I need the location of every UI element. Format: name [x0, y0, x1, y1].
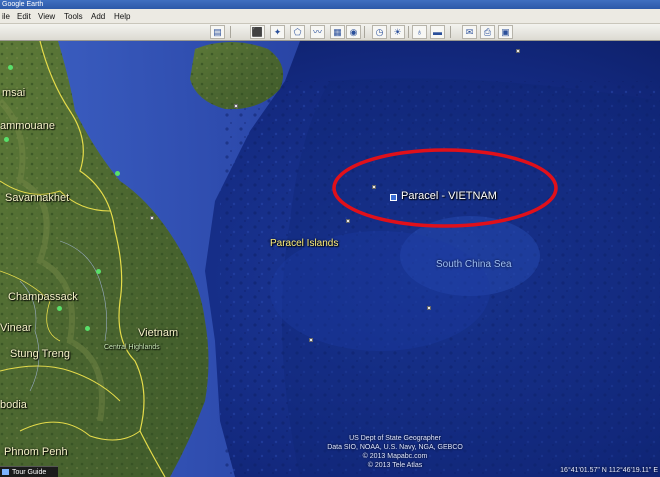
planets-icon[interactable]: ♁: [412, 25, 427, 39]
label-savannakhet: Savannakhet: [5, 192, 70, 204]
city-marker-icon[interactable]: [8, 65, 13, 70]
label-champassack: Champassack: [8, 291, 78, 303]
island-marker-icon[interactable]: [346, 219, 350, 223]
island-marker-icon[interactable]: [516, 49, 520, 53]
email-icon[interactable]: ✉: [462, 25, 477, 39]
menu-help[interactable]: Help: [114, 10, 130, 23]
island-marker-icon[interactable]: [150, 216, 154, 220]
island-marker-icon[interactable]: [427, 306, 431, 310]
hide-sidebar-icon[interactable]: ▤: [210, 25, 225, 39]
map-imagery: [0, 41, 660, 477]
label-bodia: bodia: [0, 399, 27, 411]
imagery-credits: US Dept of State Geographer Data SIO, NO…: [290, 434, 500, 470]
menu-edit[interactable]: Edit: [17, 10, 31, 23]
menu-add[interactable]: Add: [91, 10, 105, 23]
toolbar: ▤ ⬛ ✦ ⬠ 〰 ▦ ◉ ◷ ☀ ♁ ▬ ✉ ⎙ ▣: [0, 24, 660, 41]
island-marker-icon[interactable]: [234, 104, 238, 108]
coordinates-readout: 16°41'01.57" N 112°46'19.11" E: [560, 467, 658, 474]
city-marker-icon[interactable]: [4, 137, 9, 142]
placemark-button-icon[interactable]: ⬛: [250, 25, 265, 39]
credit-line: US Dept of State Geographer: [349, 435, 441, 442]
paracel-placemark-label[interactable]: Paracel - VIETNAM: [401, 190, 497, 202]
label-vietnam: Vietnam: [138, 327, 179, 339]
city-marker-icon[interactable]: [115, 171, 120, 176]
menu-view[interactable]: View: [38, 10, 55, 23]
tour-guide-button[interactable]: Tour Guide: [0, 466, 58, 477]
paracel-placemark-icon[interactable]: [390, 194, 397, 201]
credit-line: © 2013 Mapabc.com: [362, 453, 428, 460]
island-marker-icon[interactable]: [309, 338, 313, 342]
label-msai: msai: [2, 87, 26, 99]
sun-icon[interactable]: ☀: [390, 25, 405, 39]
credit-line: © 2013 Tele Atlas: [367, 462, 423, 469]
menu-tools[interactable]: Tools: [64, 10, 83, 23]
city-marker-icon[interactable]: [57, 306, 62, 311]
google-earth-window: Google Earth ile Edit View Tools Add Hel…: [0, 0, 660, 477]
tour-guide-label: Tour Guide: [12, 469, 47, 476]
polygon-icon[interactable]: ⬠: [290, 25, 305, 39]
credit-line: Data SIO, NOAA, U.S. Navy, NGA, GEBCO: [327, 444, 463, 451]
path-icon[interactable]: 〰: [310, 25, 325, 39]
menu-file[interactable]: ile: [2, 10, 10, 23]
menu-bar: ile Edit View Tools Add Help: [0, 9, 660, 24]
view-in-maps-icon[interactable]: ▣: [498, 25, 513, 39]
print-icon[interactable]: ⎙: [480, 25, 495, 39]
map-view[interactable]: msai ammouane Savannakhet Champassack Vi…: [0, 41, 660, 477]
image-overlay-icon[interactable]: ▦: [330, 25, 345, 39]
label-central-highlands: Central Highlands: [104, 344, 160, 351]
label-south-china-sea: South China Sea: [436, 259, 512, 270]
label-stung-treng: Stung Treng: [10, 348, 70, 360]
label-paracel-islands: Paracel Islands: [270, 238, 339, 249]
label-vinear: Vinear: [0, 322, 32, 334]
label-ammouane: ammouane: [0, 120, 56, 132]
window-title: Google Earth: [2, 1, 44, 8]
placemark-pin-icon[interactable]: ✦: [270, 25, 285, 39]
city-marker-icon[interactable]: [85, 326, 90, 331]
ruler-icon[interactable]: ▬: [430, 25, 445, 39]
historical-imagery-icon[interactable]: ◷: [372, 25, 387, 39]
tour-guide-icon: [2, 469, 9, 475]
island-marker-icon[interactable]: [372, 185, 376, 189]
label-phnom-penh: Phnom Penh: [4, 446, 68, 458]
title-bar: Google Earth: [0, 0, 660, 9]
city-marker-icon[interactable]: [96, 269, 101, 274]
record-tour-icon[interactable]: ◉: [346, 25, 361, 39]
